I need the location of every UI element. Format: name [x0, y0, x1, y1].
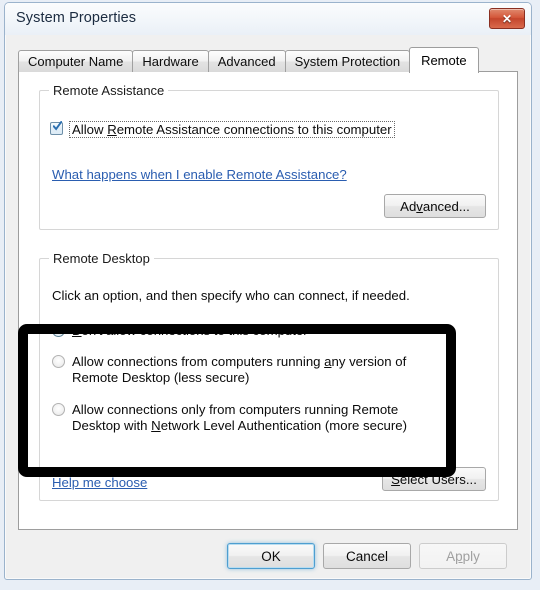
advanced-button[interactable]: Ad v anced...: [384, 194, 486, 218]
ok-button[interactable]: OK: [227, 543, 315, 569]
checkmark-icon: [53, 121, 62, 131]
remote-desktop-group: Remote Desktop Click an option, and then…: [39, 251, 499, 501]
apply-label-part1: A: [446, 548, 456, 564]
select-users-label: elect Users...: [399, 471, 477, 487]
apply-button: Ap ply: [419, 543, 507, 569]
radio-row-any-version[interactable]: Allow connections from computers running…: [52, 354, 458, 386]
close-button[interactable]: ✕: [489, 8, 525, 29]
advanced-label-part2: anced...: [422, 198, 470, 214]
tab-computer-name[interactable]: Computer Name: [18, 50, 134, 72]
allow-remote-assistance-label: Allow Remote Assistance connections to t…: [69, 121, 395, 138]
remote-assistance-group: Remote Assistance Allow Remote Assistanc…: [39, 83, 499, 230]
opt1-text1: Allow connections from computers running: [72, 354, 325, 369]
ra-label-accel: R: [107, 122, 117, 137]
close-icon: ✕: [501, 11, 513, 26]
opt2-line1: Allow connections only from computers ru…: [72, 402, 399, 417]
tab-advanced[interactable]: Advanced: [207, 50, 286, 72]
system-properties-dialog: System Properties ✕ Computer Name Hardwa…: [4, 2, 532, 580]
screenshot-root: System Properties ✕ Computer Name Hardwa…: [0, 0, 540, 590]
ra-label-part1: Allow: [72, 122, 108, 137]
window-title: System Properties: [16, 10, 137, 26]
radio-dont-allow-label: Don't allow connections to this computer: [72, 323, 308, 339]
title-bar: System Properties ✕: [5, 3, 531, 35]
radio-row-dont-allow[interactable]: Don't allow connections to this computer: [52, 323, 458, 339]
apply-label-accel: p: [455, 548, 463, 564]
radio-row-network-level-auth[interactable]: Allow connections only from computers ru…: [52, 402, 458, 434]
advanced-label-accel: v: [416, 198, 423, 214]
apply-label-part2: ply: [462, 548, 480, 564]
remote-tab-panel: Remote Assistance Allow Remote Assistanc…: [18, 71, 518, 530]
radio-network-level-auth-label: Allow connections only from computers ru…: [72, 402, 407, 434]
tab-remote[interactable]: Remote: [409, 47, 479, 73]
advanced-label-part1: Ad: [400, 198, 417, 214]
radio-any-version[interactable]: [52, 355, 65, 368]
select-users-button[interactable]: Select Users...: [382, 467, 486, 491]
tab-strip: Computer Name Hardware Advanced System P…: [18, 47, 479, 73]
remote-assistance-help-link[interactable]: What happens when I enable Remote Assist…: [52, 167, 347, 182]
radio-dont-allow[interactable]: [52, 324, 65, 337]
help-me-choose-link[interactable]: Help me choose: [52, 475, 147, 490]
select-users-accel: S: [391, 471, 400, 487]
cancel-button[interactable]: Cancel: [323, 543, 411, 569]
opt2-text1: Desktop with: [72, 418, 152, 433]
remote-desktop-group-label: Remote Desktop: [49, 251, 154, 266]
remote-desktop-instruction: Click an option, and then specify who ca…: [52, 288, 410, 303]
opt1-line2: Remote Desktop (less secure): [72, 370, 250, 385]
opt2-text2: etwork Level Authentication (more secure…: [160, 418, 407, 433]
radio-network-level-auth[interactable]: [52, 403, 65, 416]
radio-any-version-label: Allow connections from computers running…: [72, 354, 406, 386]
opt0-accel: D: [72, 323, 82, 338]
tab-system-protection[interactable]: System Protection: [284, 50, 411, 72]
ra-label-part2: emote Assistance connections to this com…: [116, 122, 392, 137]
allow-remote-assistance-checkbox[interactable]: [50, 121, 63, 135]
tab-hardware[interactable]: Hardware: [132, 50, 209, 72]
remote-assistance-group-label: Remote Assistance: [49, 83, 169, 98]
opt0-text: on't allow connections to this computer: [81, 323, 308, 338]
opt1-text2: ny version of: [331, 354, 407, 369]
allow-remote-assistance-checkbox-row[interactable]: Allow Remote Assistance connections to t…: [50, 121, 395, 138]
opt2-accel: N: [151, 418, 161, 433]
opt1-accel: a: [324, 354, 332, 369]
